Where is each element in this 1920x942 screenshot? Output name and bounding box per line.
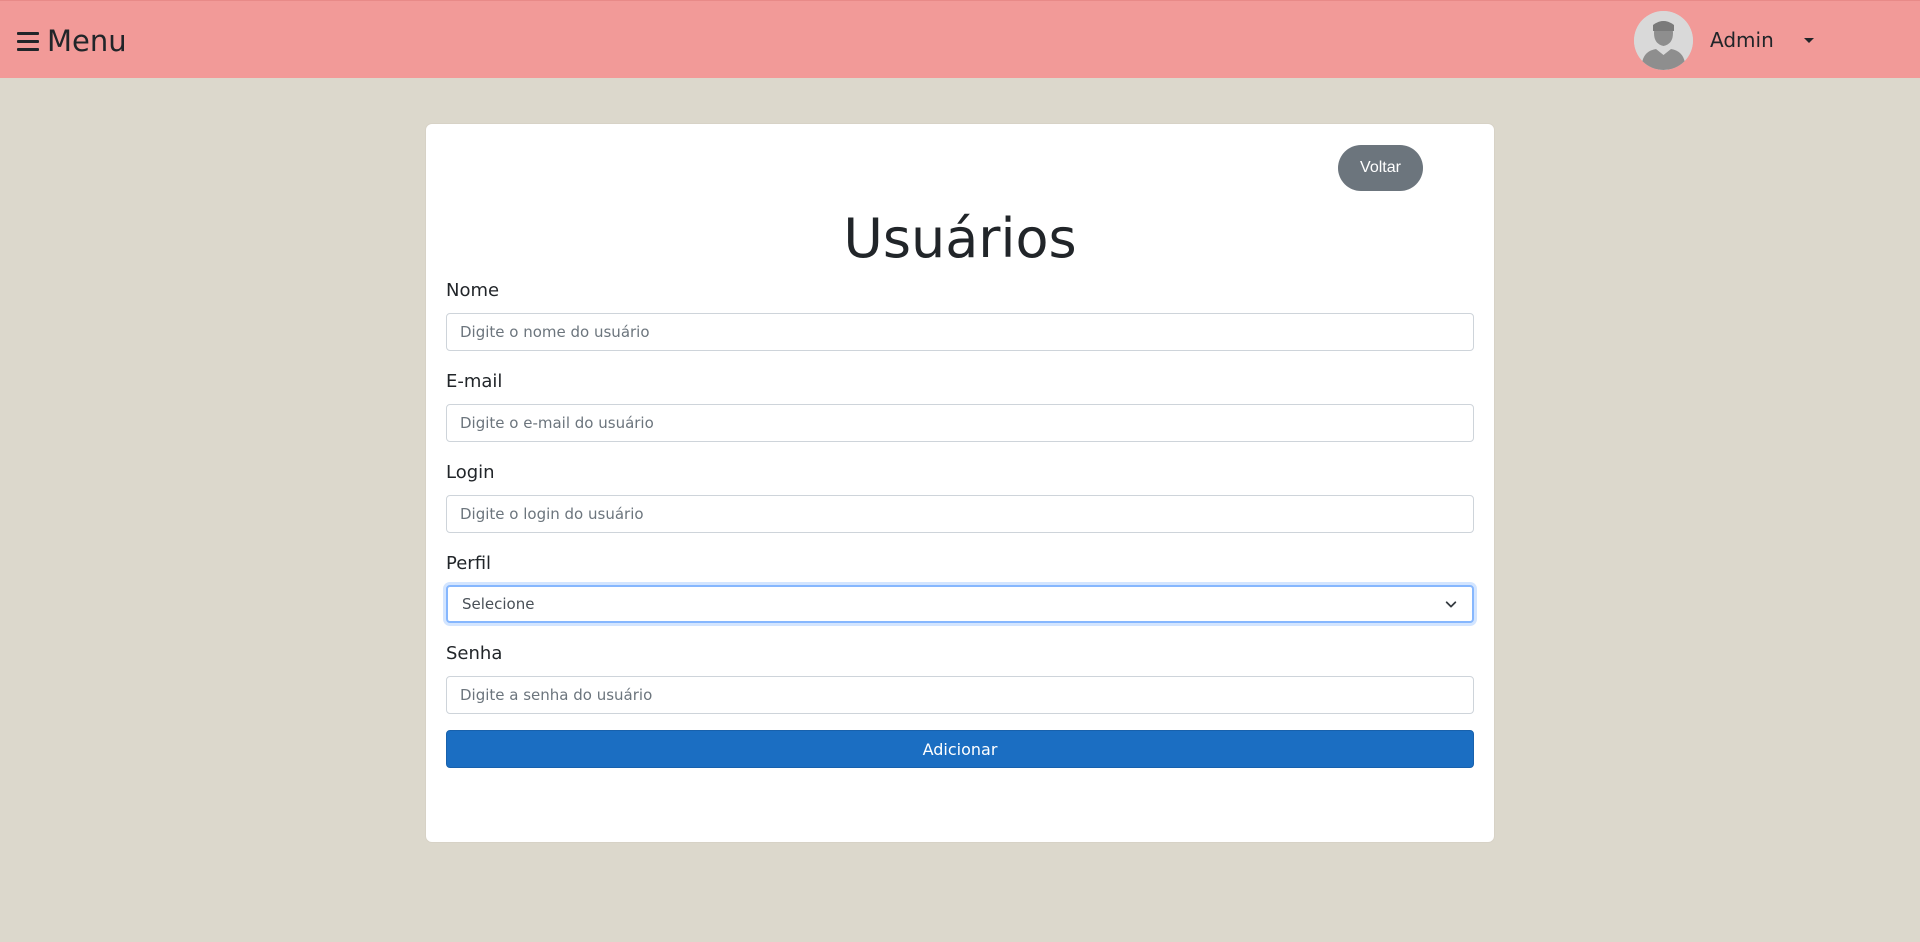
menu-label: Menu bbox=[47, 24, 127, 58]
user-menu-toggle[interactable]: Admin bbox=[1634, 10, 1814, 70]
login-input[interactable] bbox=[446, 495, 1474, 533]
menu-toggle-button[interactable]: Menu bbox=[17, 23, 127, 59]
perfil-select[interactable]: Selecione bbox=[446, 585, 1474, 623]
add-user-button[interactable]: Adicionar bbox=[446, 730, 1474, 768]
email-label: E-mail bbox=[446, 371, 503, 392]
top-navbar: Menu Admin bbox=[0, 0, 1920, 78]
back-button[interactable]: Voltar bbox=[1338, 145, 1423, 191]
email-input[interactable] bbox=[446, 404, 1474, 442]
page-title: Usuários bbox=[843, 207, 1077, 270]
caret-down-icon[interactable] bbox=[1803, 37, 1814, 43]
perfil-label: Perfil bbox=[446, 553, 492, 574]
user-form-card: Voltar Usuários Nome E-mail Login Perfil… bbox=[425, 123, 1495, 843]
senha-input[interactable] bbox=[446, 676, 1474, 714]
nome-label: Nome bbox=[446, 280, 500, 301]
login-label: Login bbox=[446, 462, 495, 483]
user-name: Admin bbox=[1710, 28, 1774, 52]
perfil-selected-value: Selecione bbox=[462, 595, 535, 613]
chevron-down-icon bbox=[1445, 601, 1457, 608]
user-avatar-icon bbox=[1634, 10, 1693, 70]
nome-input[interactable] bbox=[446, 313, 1474, 351]
senha-label: Senha bbox=[446, 643, 503, 664]
hamburger-icon bbox=[17, 31, 39, 51]
